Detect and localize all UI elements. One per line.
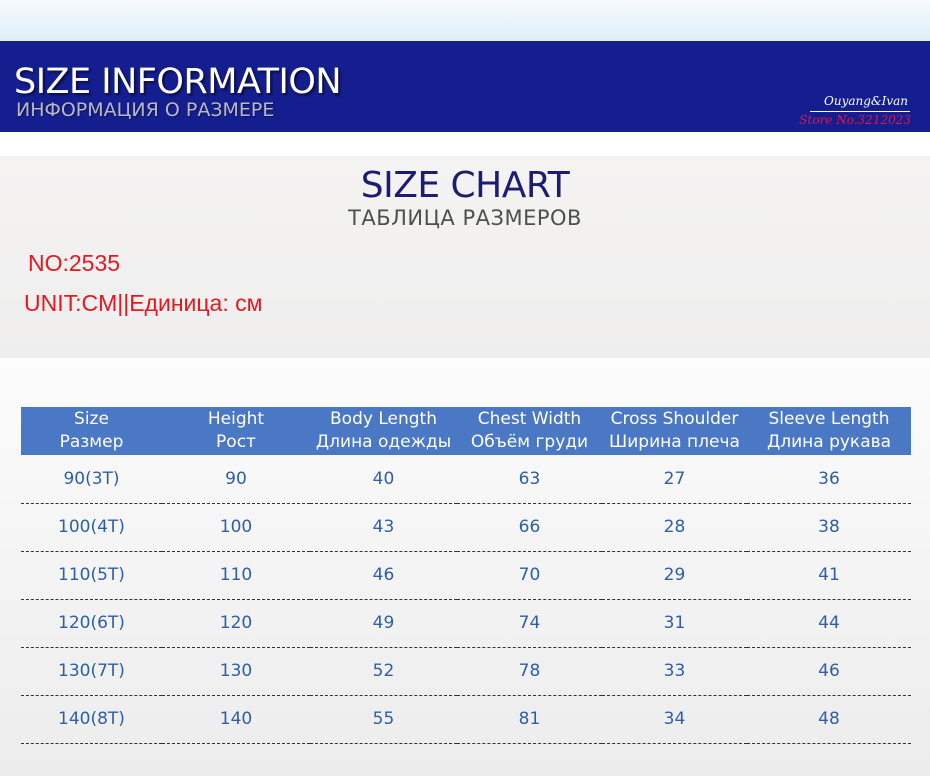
table-row: 140(8T) 140 55 81 34 48 xyxy=(21,695,911,744)
table-row: 90(3T) 90 40 63 27 36 xyxy=(21,455,911,504)
cell-sleeve-length: 48 xyxy=(747,695,911,744)
cell-cross-shoulder: 27 xyxy=(602,455,747,504)
cell-chest-width: 78 xyxy=(457,647,602,696)
header-height: Height Рост xyxy=(162,407,310,455)
cell-height: 100 xyxy=(162,503,310,552)
cell-chest-width: 63 xyxy=(457,455,602,504)
cell-size: 90(3T) xyxy=(21,455,162,504)
size-information-banner: SIZE INFORMATION ИНФОРМАЦИЯ О РАЗМЕРЕ Ou… xyxy=(0,41,930,132)
cell-cross-shoulder: 31 xyxy=(602,599,747,648)
header-chest-width: Chest Width Объём груди xyxy=(457,407,602,455)
cell-cross-shoulder: 33 xyxy=(602,647,747,696)
cell-size: 110(5T) xyxy=(21,551,162,600)
brand-divider xyxy=(810,111,910,112)
cell-height: 120 xyxy=(162,599,310,648)
chart-title: SIZE CHART xyxy=(360,165,570,206)
cell-body-length: 46 xyxy=(310,551,457,600)
cell-height: 130 xyxy=(162,647,310,696)
cell-size: 100(4T) xyxy=(21,503,162,552)
model-number: NO:2535 xyxy=(28,250,121,276)
brand-name: Ouyang&Ivan xyxy=(824,94,908,108)
header-label-ru: Длина рукава xyxy=(766,432,892,452)
header-label-en: Height xyxy=(207,409,265,429)
header-label-ru: Объём груди xyxy=(470,432,589,452)
header-label-ru: Ширина плеча xyxy=(609,432,740,452)
cell-height: 140 xyxy=(162,695,310,744)
cell-sleeve-length: 44 xyxy=(747,599,911,648)
cell-cross-shoulder: 34 xyxy=(602,695,747,744)
header-label-en: Cross Shoulder xyxy=(610,409,739,429)
banner-title: SIZE INFORMATION xyxy=(14,62,342,102)
section-divider xyxy=(0,132,930,156)
header-body-length: Body Length Длина одежды xyxy=(310,407,457,455)
cell-sleeve-length: 38 xyxy=(747,503,911,552)
header-label-en: Chest Width xyxy=(477,409,582,429)
table-row: 120(6T) 120 49 74 31 44 xyxy=(21,599,911,648)
header-label-en: Body Length xyxy=(330,409,437,429)
cell-body-length: 55 xyxy=(310,695,457,744)
cell-sleeve-length: 46 xyxy=(747,647,911,696)
chart-subtitle: ТАБЛИЦА РАЗМЕРОВ xyxy=(348,206,582,230)
cell-sleeve-length: 41 xyxy=(747,551,911,600)
banner-subtitle: ИНФОРМАЦИЯ О РАЗМЕРЕ xyxy=(16,99,275,121)
table-row: 130(7T) 130 52 78 33 46 xyxy=(21,647,911,696)
table-header-row: Size Размер Height Рост Body Length Длина о… xyxy=(21,407,911,455)
header-label-ru: Длина одежды xyxy=(315,432,452,452)
header-sleeve-length: Sleeve Length Длина рукава xyxy=(747,407,911,455)
header-cross-shoulder: Cross Shoulder Ширина плеча xyxy=(602,407,747,455)
cell-chest-width: 74 xyxy=(457,599,602,648)
cell-body-length: 49 xyxy=(310,599,457,648)
size-table: Size Размер Height Рост Body Length Длина о… xyxy=(21,407,911,744)
unit-label: UNIT:CM||Единица: см xyxy=(24,290,263,316)
header-label-ru: Размер xyxy=(59,432,124,452)
cell-height: 110 xyxy=(162,551,310,600)
header-size: Size Размер xyxy=(21,407,162,455)
cell-body-length: 43 xyxy=(310,503,457,552)
top-strip xyxy=(0,0,930,41)
cell-chest-width: 66 xyxy=(457,503,602,552)
cell-body-length: 52 xyxy=(310,647,457,696)
table-row: 110(5T) 110 46 70 29 41 xyxy=(21,551,911,600)
cell-size: 120(6T) xyxy=(21,599,162,648)
header-label-ru: Рост xyxy=(216,432,256,452)
table-row: 100(4T) 100 43 66 28 38 xyxy=(21,503,911,552)
cell-chest-width: 70 xyxy=(457,551,602,600)
store-number: Store No.3212023 xyxy=(799,113,911,127)
cell-chest-width: 81 xyxy=(457,695,602,744)
cell-cross-shoulder: 28 xyxy=(602,503,747,552)
cell-size: 130(7T) xyxy=(21,647,162,696)
cell-height: 90 xyxy=(162,455,310,504)
cell-cross-shoulder: 29 xyxy=(602,551,747,600)
header-label-en: Sleeve Length xyxy=(768,409,890,429)
cell-sleeve-length: 36 xyxy=(747,455,911,504)
cell-body-length: 40 xyxy=(310,455,457,504)
header-label-en: Size xyxy=(74,409,109,429)
cell-size: 140(8T) xyxy=(21,695,162,744)
